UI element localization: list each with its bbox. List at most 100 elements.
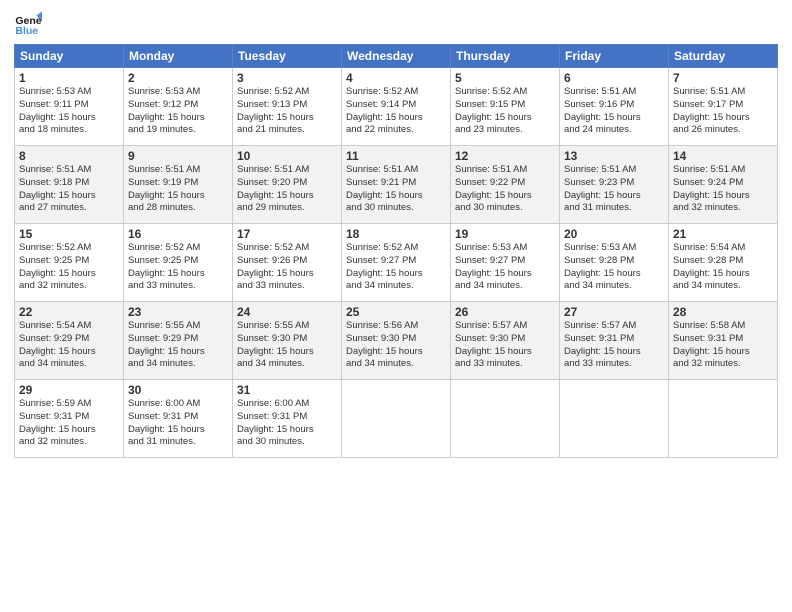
day-number: 9 bbox=[128, 149, 228, 163]
day-info: Sunrise: 5:55 AM Sunset: 9:30 PM Dayligh… bbox=[237, 320, 337, 371]
day-info: Sunrise: 5:51 AM Sunset: 9:21 PM Dayligh… bbox=[346, 164, 446, 215]
day-info: Sunrise: 5:51 AM Sunset: 9:18 PM Dayligh… bbox=[19, 164, 119, 215]
day-cell: 21Sunrise: 5:54 AM Sunset: 9:28 PM Dayli… bbox=[669, 224, 778, 302]
header: General Blue bbox=[14, 10, 778, 38]
day-cell: 4Sunrise: 5:52 AM Sunset: 9:14 PM Daylig… bbox=[342, 68, 451, 146]
col-header-thursday: Thursday bbox=[451, 45, 560, 68]
day-cell: 22Sunrise: 5:54 AM Sunset: 9:29 PM Dayli… bbox=[15, 302, 124, 380]
day-cell: 14Sunrise: 5:51 AM Sunset: 9:24 PM Dayli… bbox=[669, 146, 778, 224]
week-row-5: 29Sunrise: 5:59 AM Sunset: 9:31 PM Dayli… bbox=[15, 380, 778, 458]
day-info: Sunrise: 6:00 AM Sunset: 9:31 PM Dayligh… bbox=[128, 398, 228, 449]
day-info: Sunrise: 5:52 AM Sunset: 9:14 PM Dayligh… bbox=[346, 86, 446, 137]
day-cell: 8Sunrise: 5:51 AM Sunset: 9:18 PM Daylig… bbox=[15, 146, 124, 224]
day-cell: 2Sunrise: 5:53 AM Sunset: 9:12 PM Daylig… bbox=[124, 68, 233, 146]
day-cell: 9Sunrise: 5:51 AM Sunset: 9:19 PM Daylig… bbox=[124, 146, 233, 224]
day-number: 12 bbox=[455, 149, 555, 163]
day-cell: 1Sunrise: 5:53 AM Sunset: 9:11 PM Daylig… bbox=[15, 68, 124, 146]
day-cell: 15Sunrise: 5:52 AM Sunset: 9:25 PM Dayli… bbox=[15, 224, 124, 302]
day-cell: 27Sunrise: 5:57 AM Sunset: 9:31 PM Dayli… bbox=[560, 302, 669, 380]
day-info: Sunrise: 5:59 AM Sunset: 9:31 PM Dayligh… bbox=[19, 398, 119, 449]
day-info: Sunrise: 5:51 AM Sunset: 9:16 PM Dayligh… bbox=[564, 86, 664, 137]
day-number: 17 bbox=[237, 227, 337, 241]
page: General Blue SundayMondayTuesdayWednesda… bbox=[0, 0, 792, 612]
day-number: 13 bbox=[564, 149, 664, 163]
day-cell: 26Sunrise: 5:57 AM Sunset: 9:30 PM Dayli… bbox=[451, 302, 560, 380]
day-number: 21 bbox=[673, 227, 773, 241]
day-number: 3 bbox=[237, 71, 337, 85]
col-header-tuesday: Tuesday bbox=[233, 45, 342, 68]
day-number: 24 bbox=[237, 305, 337, 319]
day-cell: 18Sunrise: 5:52 AM Sunset: 9:27 PM Dayli… bbox=[342, 224, 451, 302]
day-info: Sunrise: 5:53 AM Sunset: 9:27 PM Dayligh… bbox=[455, 242, 555, 293]
col-header-monday: Monday bbox=[124, 45, 233, 68]
day-cell bbox=[560, 380, 669, 458]
logo-icon: General Blue bbox=[14, 10, 42, 38]
day-info: Sunrise: 5:57 AM Sunset: 9:31 PM Dayligh… bbox=[564, 320, 664, 371]
day-number: 22 bbox=[19, 305, 119, 319]
day-info: Sunrise: 5:51 AM Sunset: 9:23 PM Dayligh… bbox=[564, 164, 664, 215]
day-number: 10 bbox=[237, 149, 337, 163]
day-info: Sunrise: 5:52 AM Sunset: 9:25 PM Dayligh… bbox=[128, 242, 228, 293]
day-info: Sunrise: 5:58 AM Sunset: 9:31 PM Dayligh… bbox=[673, 320, 773, 371]
day-cell: 19Sunrise: 5:53 AM Sunset: 9:27 PM Dayli… bbox=[451, 224, 560, 302]
day-info: Sunrise: 5:52 AM Sunset: 9:13 PM Dayligh… bbox=[237, 86, 337, 137]
day-cell: 20Sunrise: 5:53 AM Sunset: 9:28 PM Dayli… bbox=[560, 224, 669, 302]
day-cell: 30Sunrise: 6:00 AM Sunset: 9:31 PM Dayli… bbox=[124, 380, 233, 458]
week-row-4: 22Sunrise: 5:54 AM Sunset: 9:29 PM Dayli… bbox=[15, 302, 778, 380]
day-number: 5 bbox=[455, 71, 555, 85]
day-number: 1 bbox=[19, 71, 119, 85]
day-cell bbox=[342, 380, 451, 458]
day-cell: 11Sunrise: 5:51 AM Sunset: 9:21 PM Dayli… bbox=[342, 146, 451, 224]
logo: General Blue bbox=[14, 10, 42, 38]
col-header-saturday: Saturday bbox=[669, 45, 778, 68]
day-number: 19 bbox=[455, 227, 555, 241]
day-cell: 23Sunrise: 5:55 AM Sunset: 9:29 PM Dayli… bbox=[124, 302, 233, 380]
day-info: Sunrise: 5:52 AM Sunset: 9:26 PM Dayligh… bbox=[237, 242, 337, 293]
day-number: 25 bbox=[346, 305, 446, 319]
day-info: Sunrise: 5:51 AM Sunset: 9:24 PM Dayligh… bbox=[673, 164, 773, 215]
day-cell: 13Sunrise: 5:51 AM Sunset: 9:23 PM Dayli… bbox=[560, 146, 669, 224]
day-cell: 6Sunrise: 5:51 AM Sunset: 9:16 PM Daylig… bbox=[560, 68, 669, 146]
col-header-sunday: Sunday bbox=[15, 45, 124, 68]
day-info: Sunrise: 5:52 AM Sunset: 9:27 PM Dayligh… bbox=[346, 242, 446, 293]
day-cell: 10Sunrise: 5:51 AM Sunset: 9:20 PM Dayli… bbox=[233, 146, 342, 224]
day-info: Sunrise: 5:51 AM Sunset: 9:17 PM Dayligh… bbox=[673, 86, 773, 137]
calendar-table: SundayMondayTuesdayWednesdayThursdayFrid… bbox=[14, 44, 778, 458]
day-number: 26 bbox=[455, 305, 555, 319]
col-header-wednesday: Wednesday bbox=[342, 45, 451, 68]
day-info: Sunrise: 5:52 AM Sunset: 9:25 PM Dayligh… bbox=[19, 242, 119, 293]
day-number: 18 bbox=[346, 227, 446, 241]
day-cell: 16Sunrise: 5:52 AM Sunset: 9:25 PM Dayli… bbox=[124, 224, 233, 302]
day-info: Sunrise: 5:54 AM Sunset: 9:28 PM Dayligh… bbox=[673, 242, 773, 293]
day-number: 23 bbox=[128, 305, 228, 319]
day-number: 4 bbox=[346, 71, 446, 85]
day-cell bbox=[451, 380, 560, 458]
week-row-2: 8Sunrise: 5:51 AM Sunset: 9:18 PM Daylig… bbox=[15, 146, 778, 224]
day-info: Sunrise: 6:00 AM Sunset: 9:31 PM Dayligh… bbox=[237, 398, 337, 449]
day-cell: 31Sunrise: 6:00 AM Sunset: 9:31 PM Dayli… bbox=[233, 380, 342, 458]
day-cell bbox=[669, 380, 778, 458]
day-number: 16 bbox=[128, 227, 228, 241]
day-info: Sunrise: 5:52 AM Sunset: 9:15 PM Dayligh… bbox=[455, 86, 555, 137]
day-number: 30 bbox=[128, 383, 228, 397]
day-number: 14 bbox=[673, 149, 773, 163]
day-number: 6 bbox=[564, 71, 664, 85]
svg-text:Blue: Blue bbox=[15, 25, 38, 37]
week-row-1: 1Sunrise: 5:53 AM Sunset: 9:11 PM Daylig… bbox=[15, 68, 778, 146]
day-info: Sunrise: 5:53 AM Sunset: 9:28 PM Dayligh… bbox=[564, 242, 664, 293]
day-number: 28 bbox=[673, 305, 773, 319]
day-number: 2 bbox=[128, 71, 228, 85]
col-header-friday: Friday bbox=[560, 45, 669, 68]
day-info: Sunrise: 5:57 AM Sunset: 9:30 PM Dayligh… bbox=[455, 320, 555, 371]
week-row-3: 15Sunrise: 5:52 AM Sunset: 9:25 PM Dayli… bbox=[15, 224, 778, 302]
day-cell: 24Sunrise: 5:55 AM Sunset: 9:30 PM Dayli… bbox=[233, 302, 342, 380]
day-cell: 28Sunrise: 5:58 AM Sunset: 9:31 PM Dayli… bbox=[669, 302, 778, 380]
day-number: 20 bbox=[564, 227, 664, 241]
day-number: 15 bbox=[19, 227, 119, 241]
day-info: Sunrise: 5:51 AM Sunset: 9:20 PM Dayligh… bbox=[237, 164, 337, 215]
day-info: Sunrise: 5:54 AM Sunset: 9:29 PM Dayligh… bbox=[19, 320, 119, 371]
day-info: Sunrise: 5:56 AM Sunset: 9:30 PM Dayligh… bbox=[346, 320, 446, 371]
day-number: 29 bbox=[19, 383, 119, 397]
day-info: Sunrise: 5:53 AM Sunset: 9:11 PM Dayligh… bbox=[19, 86, 119, 137]
day-info: Sunrise: 5:51 AM Sunset: 9:19 PM Dayligh… bbox=[128, 164, 228, 215]
